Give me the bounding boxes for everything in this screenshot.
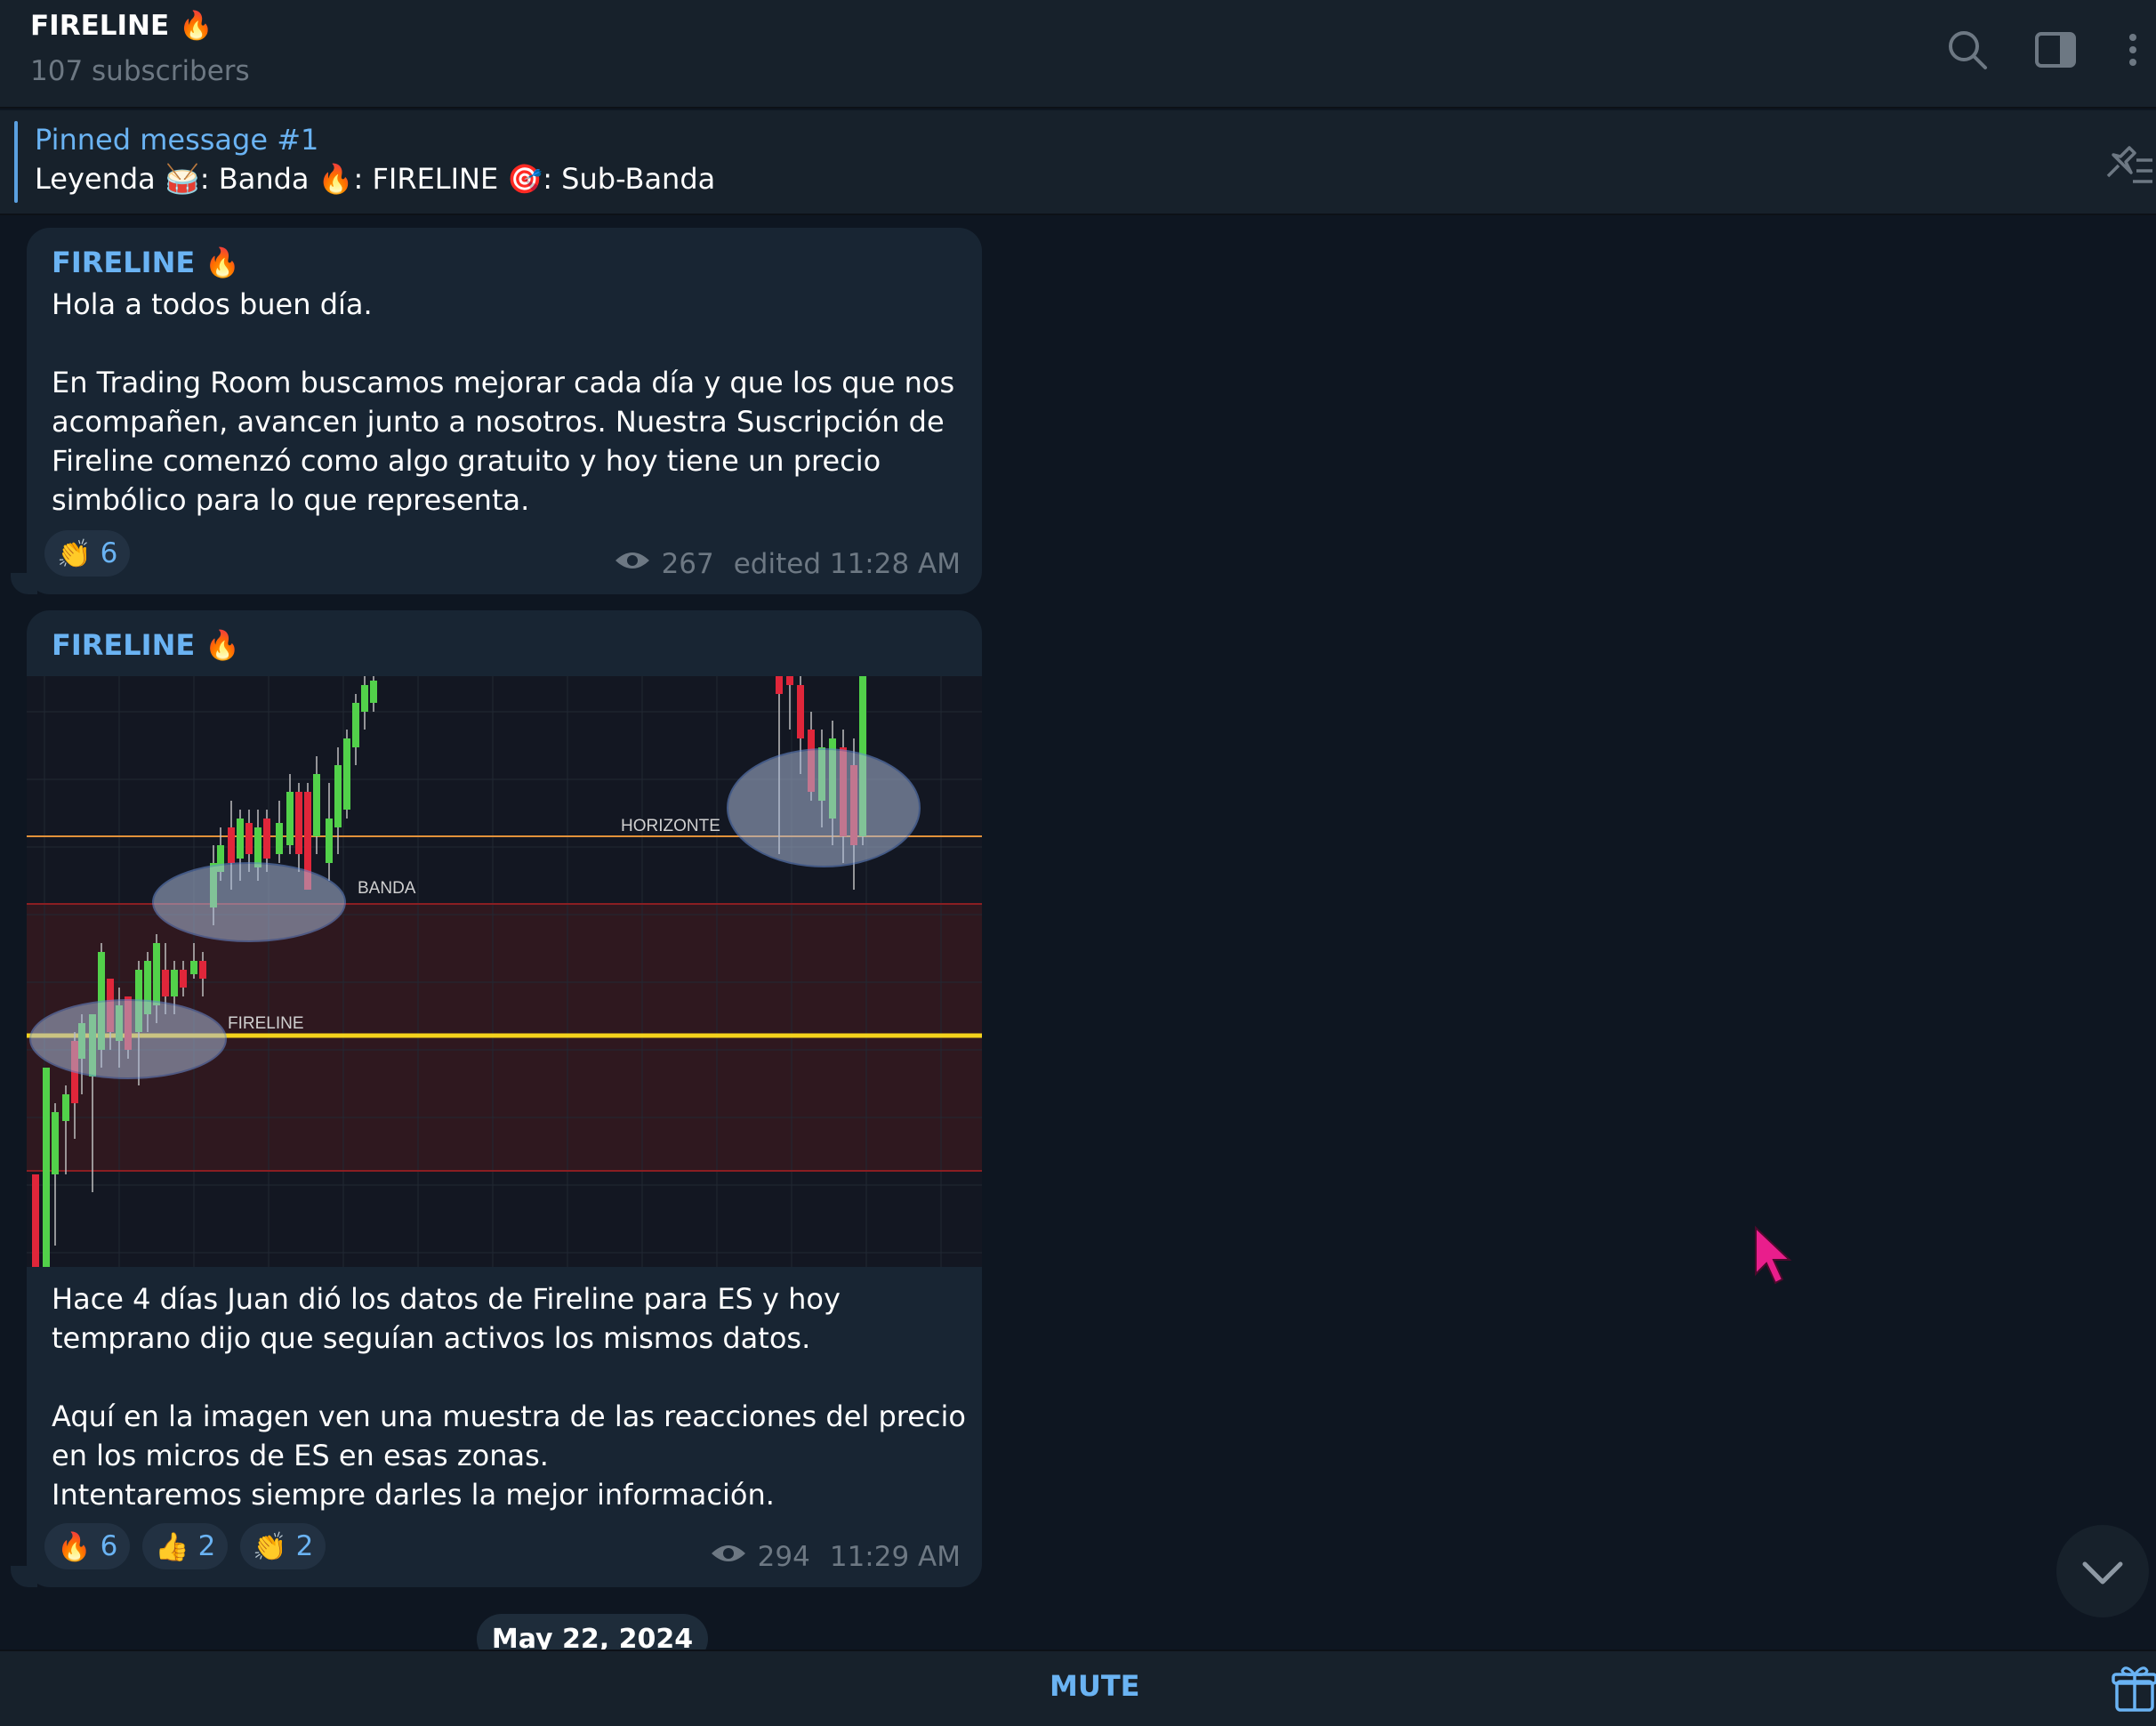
pinned-message-bar[interactable]: Pinned message #1 Leyenda 🥁: Banda 🔥: FI…	[0, 110, 2156, 215]
message-text: Hola a todos buen día. En Trading Room b…	[52, 287, 955, 517]
search-icon[interactable]	[1939, 21, 1996, 78]
message-meta: 294 11:29 AM	[710, 1541, 961, 1573]
reaction-count: 2	[197, 1530, 216, 1562]
message-bubble[interactable]: FIRELINE 🔥 Hola a todos buen día. En Tra…	[27, 228, 982, 594]
message-text: Hace 4 días Juan dió los datos de Fireli…	[52, 1282, 966, 1512]
chart-label-horizonte: HORIZONTE	[621, 817, 720, 835]
reaction-fire[interactable]: 🔥 6	[44, 1523, 131, 1569]
pinned-title: Pinned message #1	[35, 123, 319, 157]
message-time: 11:29 AM	[829, 1541, 961, 1573]
bubble-tail	[11, 573, 37, 594]
gift-icon[interactable]	[2112, 1664, 2156, 1714]
message-time: edited 11:28 AM	[733, 548, 961, 580]
view-count: 267	[661, 548, 714, 580]
message-sender[interactable]: FIRELINE 🔥	[52, 628, 240, 662]
chevron-down-icon	[2082, 1561, 2123, 1585]
mouse-cursor-icon	[1752, 1224, 1797, 1292]
reaction-clap[interactable]: 👏 2	[240, 1523, 326, 1569]
sidebar-toggle-icon[interactable]	[2028, 21, 2085, 78]
bottom-bar: MUTE	[0, 1649, 2156, 1726]
mute-button[interactable]: MUTE	[1050, 1669, 1140, 1703]
pinned-indicator	[14, 121, 18, 203]
more-vertical-icon[interactable]	[2108, 21, 2144, 78]
message-sender[interactable]: FIRELINE 🔥	[52, 246, 240, 279]
reaction-clap[interactable]: 👏 6	[44, 530, 131, 577]
message-bubble[interactable]: FIRELINE 🔥 HORIZONTE BANDA FIRELINE Hace…	[27, 610, 982, 1587]
scroll-down-button[interactable]	[2056, 1525, 2149, 1617]
subscriber-count: 107 subscribers	[30, 55, 250, 87]
reaction-emoji: 🔥	[57, 1530, 92, 1563]
message-meta: 267 edited 11:28 AM	[614, 548, 961, 580]
reaction-count: 6	[100, 1530, 118, 1562]
reaction-emoji: 👏	[253, 1530, 287, 1563]
pinned-text: Leyenda 🥁: Banda 🔥: FIRELINE 🎯: Sub-Band…	[35, 162, 716, 196]
chat-header: FIRELINE 🔥 107 subscribers	[0, 0, 2156, 109]
eye-icon	[710, 1541, 747, 1573]
trading-chart-image[interactable]: HORIZONTE BANDA FIRELINE	[27, 676, 982, 1267]
reaction-emoji: 👏	[57, 537, 92, 570]
view-count: 294	[757, 1541, 810, 1573]
reaction-thumbs-up[interactable]: 👍 2	[142, 1523, 229, 1569]
reaction-emoji: 👍	[155, 1530, 189, 1563]
chart-label-fireline: FIRELINE	[228, 1014, 304, 1033]
bubble-tail	[11, 1566, 37, 1587]
eye-icon	[614, 548, 651, 580]
channel-title[interactable]: FIRELINE 🔥	[30, 9, 213, 42]
chart-label-banda: BANDA	[358, 879, 416, 898]
reaction-count: 6	[100, 537, 118, 569]
pin-list-icon[interactable]	[2096, 137, 2152, 194]
reaction-count: 2	[295, 1530, 314, 1562]
